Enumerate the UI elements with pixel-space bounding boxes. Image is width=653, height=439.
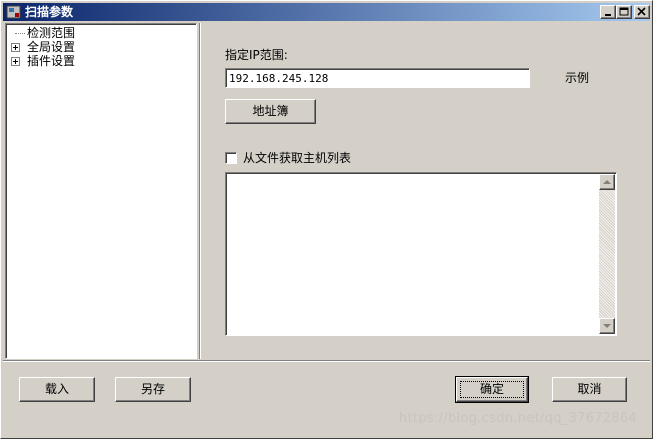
panel-divider bbox=[199, 23, 201, 359]
footer-divider bbox=[3, 360, 650, 362]
ok-button[interactable]: 确定 bbox=[455, 376, 529, 403]
minimize-icon bbox=[605, 14, 611, 16]
title-bar[interactable]: 扫描参数 bbox=[3, 3, 650, 21]
load-button[interactable]: 载入 bbox=[19, 377, 95, 402]
ip-range-label: 指定IP范围: bbox=[225, 48, 288, 62]
maximize-button[interactable] bbox=[616, 5, 632, 19]
cancel-button[interactable]: 取消 bbox=[552, 377, 627, 402]
host-list-textarea[interactable] bbox=[225, 172, 617, 336]
arrow-up-icon bbox=[603, 180, 611, 184]
expand-icon[interactable] bbox=[11, 43, 20, 52]
tree-item-label: 插件设置 bbox=[27, 54, 76, 68]
scan-parameters-window: 扫描参数 检测范围 全局设置 插件设置 指定IP范围: 192.168.245.… bbox=[0, 0, 653, 439]
minimize-button[interactable] bbox=[600, 5, 616, 19]
file-host-list-label[interactable]: 从文件获取主机列表 bbox=[243, 151, 351, 165]
save-as-button[interactable]: 另存 bbox=[115, 377, 191, 402]
tree-item-label: 全局设置 bbox=[27, 40, 76, 54]
close-icon bbox=[637, 7, 646, 16]
tree-item-label: 检测范围 bbox=[27, 26, 76, 40]
tree-connector bbox=[15, 33, 25, 34]
app-icon bbox=[6, 4, 22, 20]
scroll-up-button[interactable] bbox=[599, 174, 615, 190]
window-title: 扫描参数 bbox=[25, 5, 74, 19]
ip-range-input[interactable]: 192.168.245.128 bbox=[225, 68, 530, 88]
scroll-down-button[interactable] bbox=[599, 318, 615, 334]
address-book-button[interactable]: 地址簿 bbox=[225, 99, 316, 124]
maximize-icon bbox=[619, 7, 629, 16]
close-button[interactable] bbox=[634, 5, 650, 19]
arrow-down-icon bbox=[603, 324, 611, 328]
expand-icon[interactable] bbox=[11, 57, 20, 66]
file-host-list-checkbox[interactable] bbox=[225, 152, 237, 164]
watermark-text: https://blog.csdn.net/qq_37672864 bbox=[399, 411, 638, 426]
settings-tree[interactable]: 检测范围 全局设置 插件设置 bbox=[5, 23, 197, 359]
vertical-scrollbar[interactable] bbox=[599, 174, 615, 334]
example-link[interactable]: 示例 bbox=[565, 71, 589, 85]
